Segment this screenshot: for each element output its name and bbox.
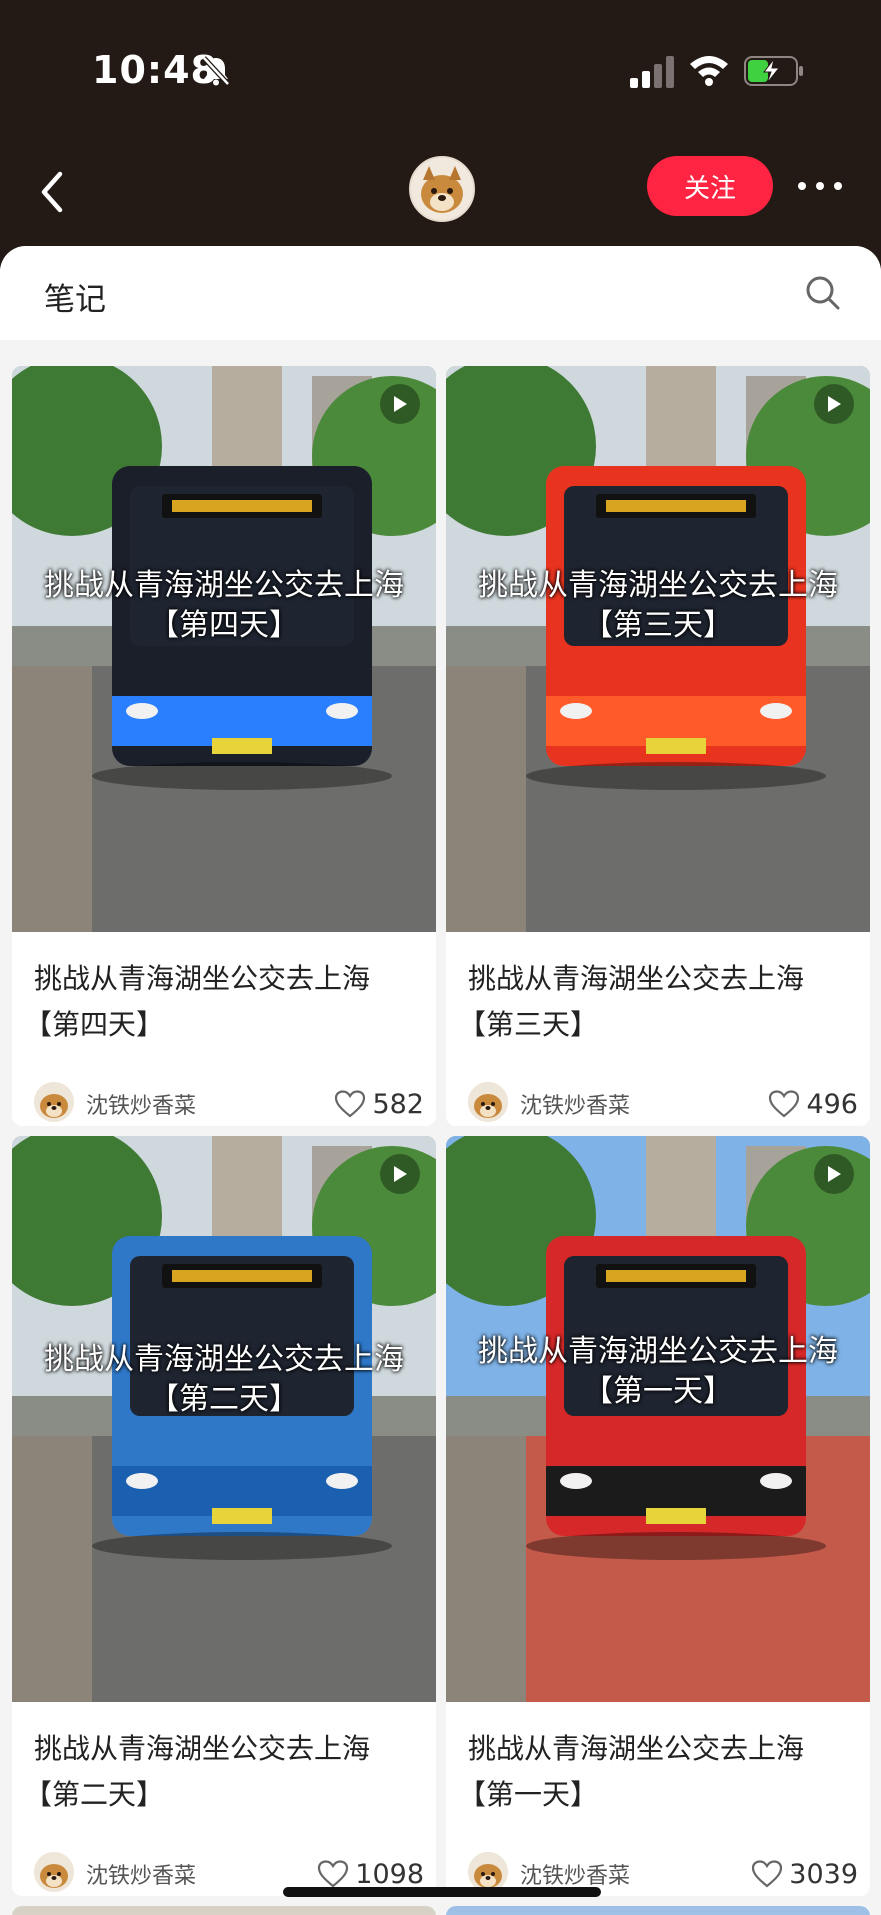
cover-subtitle: 【第二天】 [149, 1382, 299, 1417]
note-title: 挑战从青海湖坐公交去上海 【第二天】 [24, 1726, 424, 1818]
bell-muted-icon [202, 56, 230, 86]
author-avatar[interactable] [34, 1082, 74, 1122]
status-bar: 10:48 [0, 0, 881, 140]
heart-icon [752, 1860, 783, 1888]
note-title-line2: 【第三天】 [458, 1008, 599, 1041]
profile-top-bar: 关注 [0, 140, 881, 246]
dog-avatar-image [411, 158, 473, 220]
cover-title: 挑战从青海湖坐公交去上海 [44, 1342, 404, 1377]
author-avatar[interactable] [468, 1852, 508, 1892]
cover-subtitle: 【第四天】 [149, 608, 299, 643]
wifi-icon [690, 56, 728, 86]
video-play-icon [380, 384, 420, 424]
like-button[interactable]: 3039 [751, 1854, 858, 1894]
author-avatar[interactable] [34, 1852, 74, 1892]
video-play-icon [380, 1154, 420, 1194]
note-title-line1: 挑战从青海湖坐公交去上海 [34, 1732, 371, 1765]
heart-icon [769, 1090, 800, 1118]
like-count: 1098 [355, 1858, 424, 1890]
note-title-line1: 挑战从青海湖坐公交去上海 [34, 962, 371, 995]
note-title-line1: 挑战从青海湖坐公交去上海 [468, 962, 805, 995]
note-cover-image[interactable]: 挑战从青海湖坐公交去上海 【第一天】 [446, 1136, 870, 1702]
note-cover-image[interactable]: 挑战从青海湖坐公交去上海 【第三天】 [446, 366, 870, 932]
like-count: 496 [806, 1088, 858, 1120]
like-button[interactable]: 496 [768, 1084, 858, 1124]
back-arrow-icon[interactable] [34, 164, 74, 220]
note-cover-image[interactable]: 挑战从青海湖坐公交去上海 【第四天】 [12, 366, 436, 932]
bus-photo [12, 366, 436, 932]
section-title: 笔记 [44, 282, 106, 318]
author-name[interactable]: 沈铁炒香菜 [86, 1088, 196, 1120]
author-name[interactable]: 沈铁炒香菜 [86, 1858, 196, 1890]
note-title-line2: 【第一天】 [458, 1778, 599, 1811]
bus-photo [446, 366, 870, 932]
battery-charging-icon [744, 56, 803, 86]
like-count: 3039 [789, 1858, 858, 1890]
note-author-row: 沈铁炒香菜 582 [34, 1082, 424, 1126]
author-name[interactable]: 沈铁炒香菜 [520, 1088, 630, 1120]
video-play-icon [814, 384, 854, 424]
cover-title: 挑战从青海湖坐公交去上海 [478, 568, 838, 603]
notes-sheet: 笔记 挑战从青海湖坐公交去上海 【第四天】 挑战从青海湖坐公交去上海 【第四天】… [0, 246, 881, 1915]
cover-title: 挑战从青海湖坐公交去上海 [44, 568, 404, 603]
note-card[interactable]: 挑战从青海湖坐公交去上海 【第三天】 挑战从青海湖坐公交去上海 【第三天】 沈铁… [446, 366, 870, 1126]
cover-subtitle: 【第三天】 [583, 608, 733, 643]
note-title-line1: 挑战从青海湖坐公交去上海 [468, 1732, 805, 1765]
bus-photo [446, 1136, 870, 1702]
heart-icon [335, 1090, 366, 1118]
note-title: 挑战从青海湖坐公交去上海 【第三天】 [458, 956, 858, 1048]
follow-button[interactable]: 关注 [647, 156, 773, 216]
home-indicator [283, 1887, 601, 1897]
more-options-icon[interactable] [796, 178, 844, 194]
author-name[interactable]: 沈铁炒香菜 [520, 1858, 630, 1890]
note-title: 挑战从青海湖坐公交去上海 【第一天】 [458, 1726, 858, 1818]
note-title-line2: 【第二天】 [24, 1778, 165, 1811]
video-play-icon [814, 1154, 854, 1194]
note-title: 挑战从青海湖坐公交去上海 【第四天】 [24, 956, 424, 1048]
note-card[interactable]: 挑战从青海湖坐公交去上海 【第四天】 挑战从青海湖坐公交去上海 【第四天】 沈铁… [12, 366, 436, 1126]
cover-subtitle: 【第一天】 [583, 1374, 733, 1409]
avatar[interactable] [409, 156, 475, 222]
note-title-line2: 【第四天】 [24, 1008, 165, 1041]
cellular-signal-icon [630, 56, 674, 88]
like-count: 582 [372, 1088, 424, 1120]
next-card-partial [446, 1906, 870, 1915]
like-button[interactable]: 582 [334, 1084, 424, 1124]
note-author-row: 沈铁炒香菜 496 [468, 1082, 858, 1126]
note-card[interactable]: 挑战从青海湖坐公交去上海 【第一天】 挑战从青海湖坐公交去上海 【第一天】 沈铁… [446, 1136, 870, 1896]
next-card-partial [12, 1906, 436, 1915]
notes-header: 笔记 [0, 246, 881, 340]
cover-title: 挑战从青海湖坐公交去上海 [478, 1334, 838, 1369]
note-card[interactable]: 挑战从青海湖坐公交去上海 【第二天】 挑战从青海湖坐公交去上海 【第二天】 沈铁… [12, 1136, 436, 1896]
heart-icon [318, 1860, 349, 1888]
author-avatar[interactable] [468, 1082, 508, 1122]
search-icon[interactable] [804, 274, 842, 312]
note-cover-image[interactable]: 挑战从青海湖坐公交去上海 【第二天】 [12, 1136, 436, 1702]
